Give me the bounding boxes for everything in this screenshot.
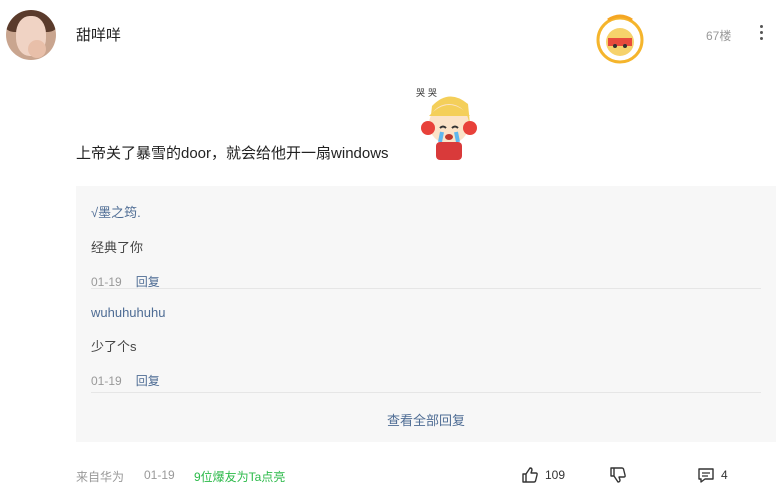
user-avatar[interactable] xyxy=(6,10,56,60)
floor-number: 67楼 xyxy=(706,29,732,43)
username[interactable]: 甜咩咩 xyxy=(76,24,121,45)
reply-text: 少了个s xyxy=(91,339,137,354)
reply-username[interactable]: √墨之筠. xyxy=(91,202,761,221)
like-button[interactable]: 109 xyxy=(521,466,565,484)
divider xyxy=(91,392,761,393)
comment-text: 上帝关了暴雪的door，就会给他开一扇windows xyxy=(76,145,389,162)
more-vertical-icon[interactable] xyxy=(754,22,768,46)
like-count: 109 xyxy=(545,468,566,482)
device-source: 来自华为 xyxy=(76,470,125,484)
dislike-button[interactable] xyxy=(609,466,627,484)
view-all-replies-link[interactable]: 查看全部回复 xyxy=(76,410,776,429)
svg-text:哭 哭: 哭 哭 xyxy=(416,88,437,99)
reply-section: √墨之筠. 经典了你 01-19 回复 wuhuhuhuhu 少了个s 01-19… xyxy=(76,186,776,442)
reply-button[interactable]: 回复 xyxy=(136,275,160,289)
thumbs-down-icon xyxy=(610,467,626,483)
hot-fans-text[interactable]: 9位爆友为Ta点亮 xyxy=(194,468,285,485)
comment-count: 4 xyxy=(721,468,728,482)
hot-comment-badge-icon xyxy=(596,14,644,64)
comment-button[interactable]: 4 xyxy=(697,466,728,484)
reply-username[interactable]: wuhuhuhuhu xyxy=(91,305,761,320)
reply-item: √墨之筠. 经典了你 01-19 回复 xyxy=(91,202,761,290)
reply-item: wuhuhuhuhu 少了个s 01-19 回复 xyxy=(91,305,761,389)
reply-date: 01-19 xyxy=(91,374,122,388)
divider xyxy=(91,288,761,289)
reply-button[interactable]: 回复 xyxy=(136,374,160,388)
reply-date: 01-19 xyxy=(91,275,122,289)
reply-text: 经典了你 xyxy=(91,240,144,255)
thumbs-up-icon xyxy=(522,467,538,483)
comment-icon xyxy=(698,468,714,483)
crying-anime-sticker: 哭 哭 xyxy=(416,88,477,160)
comment-date: 01-19 xyxy=(144,468,175,482)
